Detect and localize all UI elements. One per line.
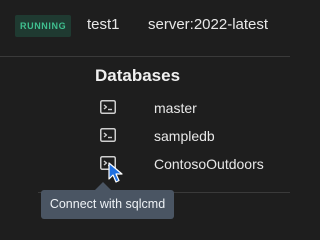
database-label: master (154, 100, 197, 116)
container-image: server:2022-latest (148, 16, 269, 33)
database-item-master: master (98, 98, 288, 118)
tooltip: Connect with sqlcmd (41, 190, 174, 219)
container-row: RUNNING test1 server:2022-latest (0, 0, 290, 56)
database-item-contosooutdoors: ContosoOutdoors (98, 154, 288, 174)
status-badge: RUNNING (15, 15, 72, 37)
terminal-icon[interactable] (100, 128, 116, 142)
database-label: sampledb (154, 128, 215, 144)
databases-heading: Databases (95, 66, 181, 85)
database-label: ContosoOutdoors (154, 156, 264, 172)
divider (0, 56, 290, 57)
terminal-icon[interactable] (100, 100, 116, 114)
mouse-cursor-icon (108, 162, 123, 183)
container-name: test1 (87, 16, 120, 33)
database-item-sampledb: sampledb (98, 126, 288, 146)
